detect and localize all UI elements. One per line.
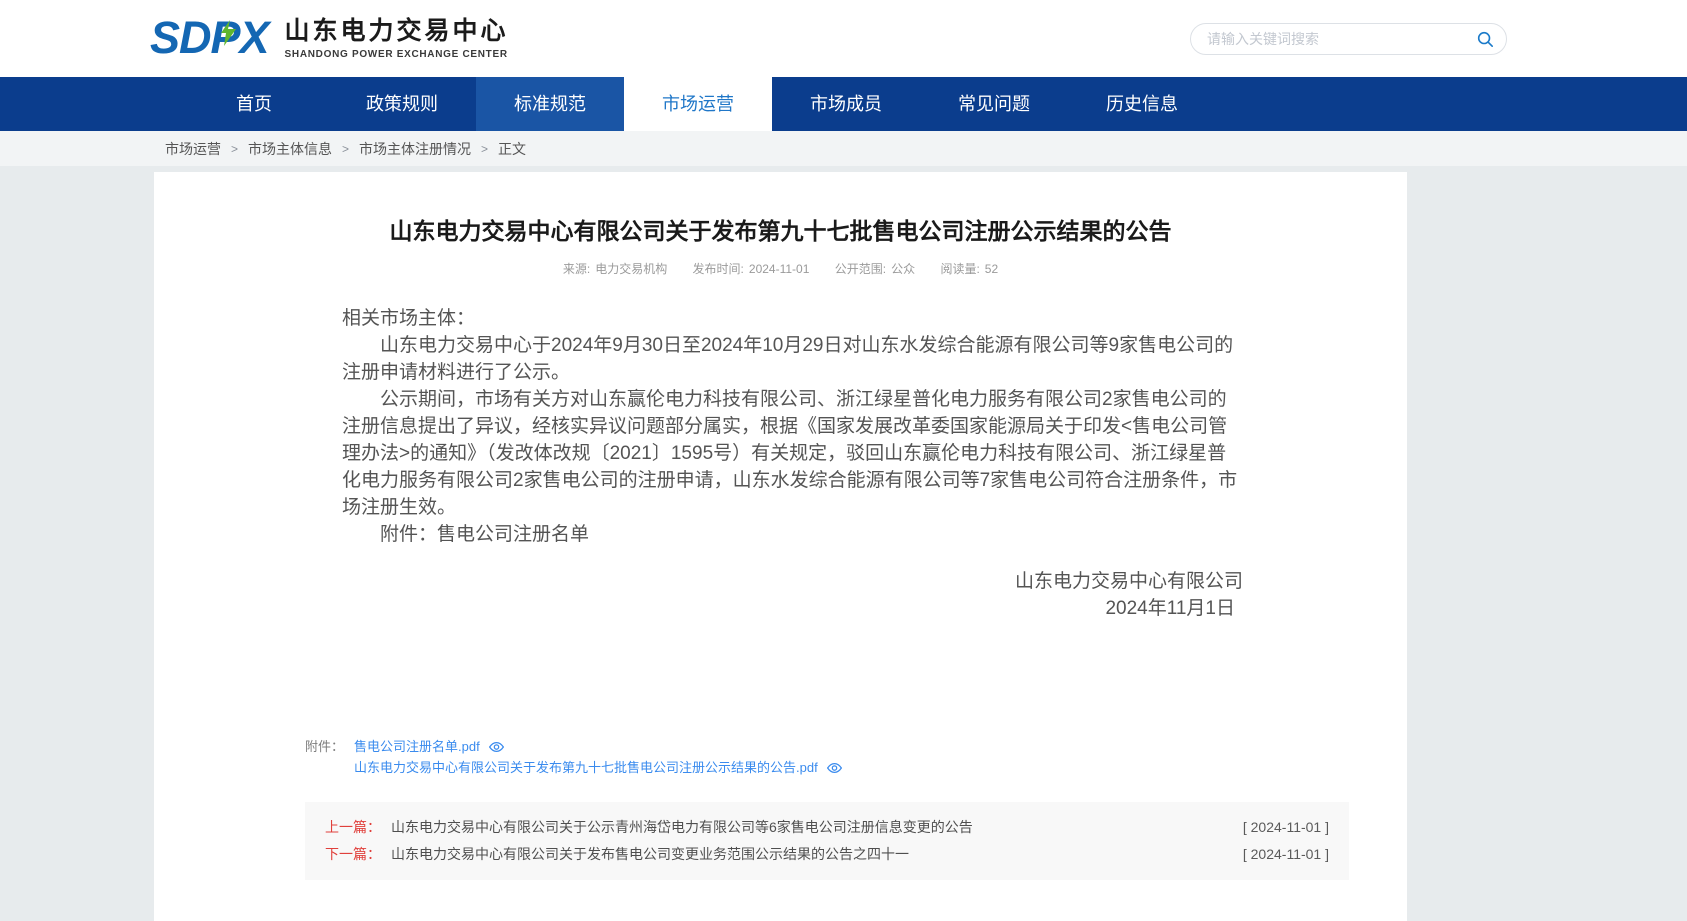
- pager-box: 上一篇： 山东电力交易中心有限公司关于公示青州海岱电力有限公司等6家售电公司注册…: [305, 802, 1349, 880]
- prev-article-link[interactable]: 山东电力交易中心有限公司关于公示青州海岱电力有限公司等6家售电公司注册信息变更的…: [391, 814, 1223, 841]
- attachments-list: 售电公司注册名单.pdf 山东电力交易中心有限公司关于发布第九十七批售电公司注册…: [354, 736, 842, 778]
- breadcrumb-item-market-operation[interactable]: 市场运营: [165, 139, 221, 159]
- article-meta: 来源: 电力交易机构 发布时间: 2024-11-01 公开范围: 公众 阅读量: 52: [154, 260, 1407, 277]
- nav-item-home[interactable]: 首页: [180, 77, 328, 131]
- next-article-date: [ 2024-11-01 ]: [1243, 841, 1329, 868]
- logo-letters-sd: SD: [150, 12, 211, 63]
- meta-source-label: 来源:: [563, 262, 590, 276]
- meta-scope-value: 公众: [891, 262, 915, 276]
- main-nav: 首页 政策规则 标准规范 市场运营 市场成员 常见问题 历史信息: [0, 77, 1687, 131]
- prev-article-row: 上一篇： 山东电力交易中心有限公司关于公示青州海岱电力有限公司等6家售电公司注册…: [325, 814, 1329, 841]
- page-title: 山东电力交易中心有限公司关于发布第九十七批售电公司注册公示结果的公告: [154, 172, 1407, 247]
- meta-views-value: 52: [985, 262, 998, 276]
- search-icon: [1476, 30, 1494, 48]
- next-article-row: 下一篇： 山东电力交易中心有限公司关于发布售电公司变更业务范围公示结果的公告之四…: [325, 841, 1329, 868]
- paragraph-salutation: 相关市场主体：: [342, 305, 1245, 332]
- site-logo[interactable]: SDPX 山东电力交易中心 SHANDONG POWER EXCHANGE CE…: [150, 11, 509, 65]
- attachment-preview-button[interactable]: [827, 762, 842, 774]
- breadcrumb-item-registration-status[interactable]: 市场主体注册情况: [359, 139, 471, 159]
- nav-item-policy-rules[interactable]: 政策规则: [328, 77, 476, 131]
- article-body: 相关市场主体： 山东电力交易中心于2024年9月30日至2024年10月29日对…: [342, 305, 1245, 622]
- paragraph: 山东电力交易中心于2024年9月30日至2024年10月29日对山东水发综合能源…: [342, 332, 1245, 386]
- attachment-link-registration-list[interactable]: 售电公司注册名单.pdf: [354, 736, 480, 757]
- site-header: SDPX 山东电力交易中心 SHANDONG POWER EXCHANGE CE…: [0, 0, 1687, 77]
- paragraph: 公示期间，市场有关方对山东赢伦电力科技有限公司、浙江绿星普化电力服务有限公司2家…: [342, 386, 1245, 521]
- logo-name-en: SHANDONG POWER EXCHANGE CENTER: [285, 49, 509, 60]
- logo-letter-x: X: [240, 12, 269, 63]
- next-article-label: 下一篇：: [325, 841, 381, 868]
- breadcrumb-item-market-subject-info[interactable]: 市场主体信息: [248, 139, 332, 159]
- next-article-link[interactable]: 山东电力交易中心有限公司关于发布售电公司变更业务范围公示结果的公告之四十一: [391, 841, 1223, 868]
- logo-names: 山东电力交易中心 SHANDONG POWER EXCHANGE CENTER: [285, 16, 509, 60]
- attachment-link-announcement-pdf[interactable]: 山东电力交易中心有限公司关于发布第九十七批售电公司注册公示结果的公告.pdf: [354, 757, 818, 778]
- meta-source-value: 电力交易机构: [595, 262, 667, 276]
- paragraph-attachment-note: 附件：售电公司注册名单: [342, 521, 1245, 548]
- signature-date: 2024年11月1日: [342, 595, 1235, 622]
- search-input[interactable]: [1207, 31, 1476, 47]
- signature-block: 山东电力交易中心有限公司 2024年11月1日: [342, 568, 1245, 622]
- search-box: [1190, 23, 1507, 55]
- nav-item-faq[interactable]: 常见问题: [920, 77, 1068, 131]
- meta-time-value: 2024-11-01: [749, 262, 810, 276]
- lightning-bolt-icon: [221, 20, 236, 46]
- breadcrumb-separator: >: [231, 142, 238, 156]
- breadcrumb-item-current: 正文: [498, 139, 526, 159]
- prev-article-date: [ 2024-11-01 ]: [1243, 814, 1329, 841]
- logo-mark: SDPX: [150, 11, 269, 65]
- nav-item-standards[interactable]: 标准规范: [476, 77, 624, 131]
- nav-item-market-members[interactable]: 市场成员: [772, 77, 920, 131]
- attachments-section: 附件： 售电公司注册名单.pdf 山东电力交易中心有限公司关于发布第九十七批售电…: [305, 736, 1407, 778]
- meta-scope-label: 公开范围:: [835, 262, 886, 276]
- meta-views-label: 阅读量:: [940, 262, 979, 276]
- meta-time-label: 发布时间:: [693, 262, 744, 276]
- attachment-preview-button[interactable]: [489, 741, 504, 753]
- breadcrumb-separator: >: [481, 142, 488, 156]
- signature-company: 山东电力交易中心有限公司: [342, 568, 1243, 595]
- logo-letter-p: P: [211, 11, 240, 65]
- logo-name-cn: 山东电力交易中心: [285, 16, 509, 46]
- breadcrumb-separator: >: [342, 142, 349, 156]
- eye-icon: [489, 741, 504, 753]
- attachment-item: 山东电力交易中心有限公司关于发布第九十七批售电公司注册公示结果的公告.pdf: [354, 757, 842, 778]
- breadcrumb: 市场运营 > 市场主体信息 > 市场主体注册情况 > 正文: [0, 131, 1687, 166]
- nav-item-market-operation[interactable]: 市场运营: [624, 77, 772, 131]
- attachments-label: 附件：: [305, 736, 344, 757]
- eye-icon: [827, 762, 842, 774]
- nav-item-history[interactable]: 历史信息: [1068, 77, 1216, 131]
- article-card: 山东电力交易中心有限公司关于发布第九十七批售电公司注册公示结果的公告 来源: 电力…: [154, 172, 1407, 921]
- attachment-item: 售电公司注册名单.pdf: [354, 736, 842, 757]
- search-button[interactable]: [1476, 30, 1494, 48]
- prev-article-label: 上一篇：: [325, 814, 381, 841]
